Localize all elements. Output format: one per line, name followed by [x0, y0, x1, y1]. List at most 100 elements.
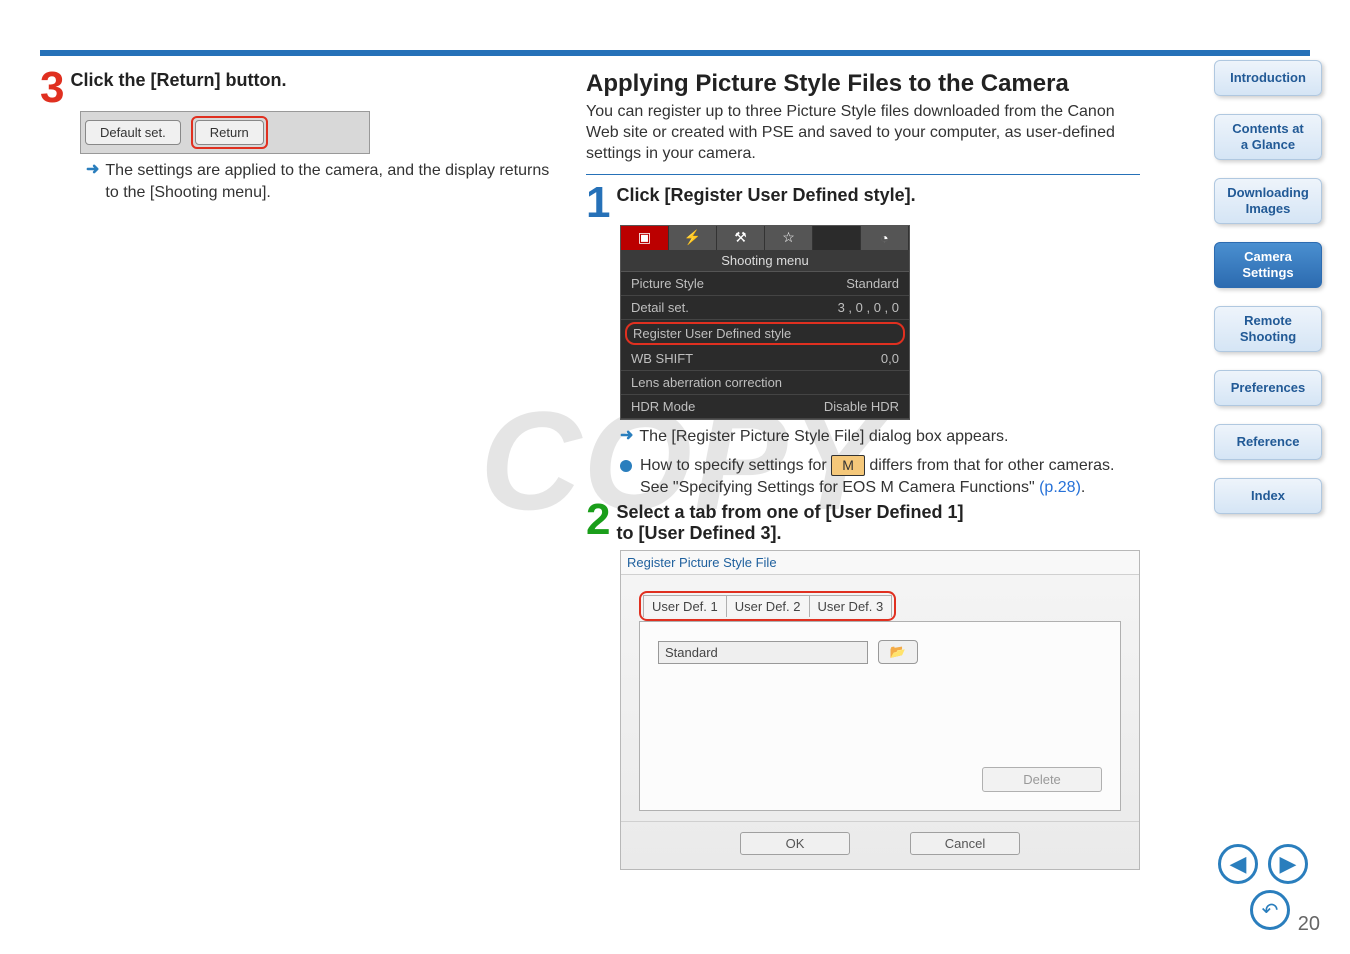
menu-label: Lens aberration correction: [631, 375, 782, 390]
step1-note-row: How to specify settings for M differs fr…: [620, 455, 1140, 498]
step-1-number: 1: [586, 185, 610, 220]
step2-title-l2: to [User Defined 3].: [616, 523, 781, 543]
top-accent-bar: [40, 50, 1310, 56]
style-select-row: Standard 📂: [658, 640, 1102, 664]
step-3-row: 3 Click the [Return] button.: [40, 70, 556, 105]
step-2-row: 2 Select a tab from one of [User Defined…: [586, 502, 1140, 544]
sidebar-label: Settings: [1242, 265, 1293, 281]
next-page-button[interactable]: ▶: [1268, 844, 1308, 884]
tab-user-def-1[interactable]: User Def. 1: [643, 595, 727, 617]
menu-row-lens-aberration[interactable]: Lens aberration correction: [621, 371, 909, 395]
sidebar-label: Remote: [1244, 313, 1292, 329]
sidebar-label: Camera: [1244, 249, 1292, 265]
note2-pre: See "Specifying Settings for EOS M Camer…: [640, 479, 1039, 496]
ok-button[interactable]: OK: [740, 832, 850, 855]
step-2-number: 2: [586, 502, 610, 537]
tab-user-def-2[interactable]: User Def. 2: [727, 595, 810, 617]
sidebar-item-camera-settings[interactable]: Camera Settings: [1214, 242, 1322, 288]
step-2-title: Select a tab from one of [User Defined 1…: [616, 502, 963, 544]
m-badge: M: [831, 455, 865, 476]
back-button[interactable]: ↶: [1250, 890, 1290, 930]
note-post: differs from that for other cameras.: [869, 457, 1114, 474]
return-highlight: Return: [191, 116, 268, 149]
register-tab-panel: Standard 📂 Delete: [639, 621, 1121, 811]
shooting-menu-panel: ▣ ⚡ ⚒ ☆ ◔ Shooting menu Picture Style St…: [620, 225, 910, 420]
tools-tab-icon[interactable]: ⚒: [717, 226, 765, 250]
sidebar-nav: Introduction Contents at a Glance Downlo…: [1214, 60, 1322, 514]
star-tab-icon[interactable]: ☆: [765, 226, 813, 250]
bullet-dot-icon: [620, 460, 632, 472]
delete-button[interactable]: Delete: [982, 767, 1102, 792]
register-dialog-footer: OK Cancel: [621, 821, 1139, 869]
default-return-bar: Default set. Return: [80, 111, 370, 154]
prev-page-button[interactable]: ◀: [1218, 844, 1258, 884]
page-ref-link[interactable]: (p.28): [1039, 479, 1081, 496]
flash-tab-icon[interactable]: ⚡: [669, 226, 717, 250]
menu-value: Standard: [846, 276, 899, 291]
note2-post: .: [1081, 479, 1085, 496]
sidebar-item-contents[interactable]: Contents at a Glance: [1214, 114, 1322, 160]
step1-note-content: How to specify settings for M differs fr…: [640, 455, 1114, 498]
step1-result-row: ➜ The [Register Picture Style File] dial…: [620, 426, 1140, 448]
menu-value: Disable HDR: [824, 399, 899, 414]
clock-tab-icon[interactable]: ◔: [861, 226, 909, 250]
section-body: You can register up to three Picture Sty…: [586, 102, 1140, 164]
step-3-title: Click the [Return] button.: [70, 70, 286, 91]
step1-result-text: The [Register Picture Style File] dialog…: [639, 426, 1008, 448]
sidebar-label: Shooting: [1240, 329, 1296, 345]
step-1-title: Click [Register User Defined style].: [616, 185, 915, 206]
folder-open-icon: 📂: [890, 644, 906, 660]
sidebar-item-remote-shooting[interactable]: Remote Shooting: [1214, 306, 1322, 352]
cancel-button[interactable]: Cancel: [910, 832, 1020, 855]
sidebar-label: a Glance: [1241, 137, 1295, 153]
tabs-highlight: User Def. 1 User Def. 2 User Def. 3: [639, 591, 896, 621]
menu-label: Picture Style: [631, 276, 704, 291]
note-pre: How to specify settings for: [640, 457, 831, 474]
left-column: 3 Click the [Return] button. Default set…: [40, 70, 556, 870]
menu-row-detail-set[interactable]: Detail set. 3 , 0 , 0 , 0: [621, 296, 909, 320]
style-select[interactable]: Standard: [658, 641, 868, 664]
section-divider: [586, 174, 1140, 175]
menu-row-hdr-mode[interactable]: HDR Mode Disable HDR: [621, 395, 909, 419]
menu-label: Detail set.: [631, 300, 689, 315]
main-content: 3 Click the [Return] button. Default set…: [40, 70, 1140, 870]
step3-result-text: The settings are applied to the camera, …: [105, 160, 556, 203]
section-title: Applying Picture Style Files to the Came…: [586, 70, 1140, 98]
spacer-tab: [813, 226, 861, 250]
menu-row-register-user-defined[interactable]: Register User Defined style: [625, 322, 905, 345]
sidebar-item-downloading[interactable]: Downloading Images: [1214, 178, 1322, 224]
sidebar-item-index[interactable]: Index: [1214, 478, 1322, 514]
sidebar-label: Contents at: [1232, 121, 1304, 137]
sidebar-label: Images: [1246, 201, 1291, 217]
menu-value: 3 , 0 , 0 , 0: [838, 300, 899, 315]
arrow-left-icon: ◀: [1230, 851, 1247, 877]
shooting-menu-tabs: ▣ ⚡ ⚒ ☆ ◔: [621, 226, 909, 250]
shooting-menu-header: Shooting menu: [621, 250, 909, 272]
undo-icon: ↶: [1262, 898, 1279, 923]
arrow-right-icon: ➜: [620, 426, 633, 448]
step3-result-row: ➜ The settings are applied to the camera…: [86, 160, 556, 203]
menu-value: 0,0: [881, 351, 899, 366]
page-number: 20: [1298, 913, 1320, 936]
return-button[interactable]: Return: [195, 120, 264, 145]
register-dialog: Register Picture Style File User Def. 1 …: [620, 550, 1140, 870]
right-column: Applying Picture Style Files to the Came…: [586, 70, 1140, 870]
menu-row-picture-style[interactable]: Picture Style Standard: [621, 272, 909, 296]
arrow-right-icon: ▶: [1280, 851, 1297, 877]
tab-user-def-3[interactable]: User Def. 3: [810, 595, 893, 617]
sidebar-item-reference[interactable]: Reference: [1214, 424, 1322, 460]
register-dialog-title: Register Picture Style File: [621, 551, 1139, 575]
camera-tab-icon[interactable]: ▣: [621, 226, 669, 250]
page-nav-icons: ◀ ▶: [1218, 844, 1308, 884]
sidebar-label: Downloading: [1227, 185, 1309, 201]
open-file-button[interactable]: 📂: [878, 640, 918, 664]
register-dialog-body: User Def. 1 User Def. 2 User Def. 3 Stan…: [621, 575, 1139, 821]
sidebar-item-introduction[interactable]: Introduction: [1214, 60, 1322, 96]
sidebar-item-preferences[interactable]: Preferences: [1214, 370, 1322, 406]
default-set-button[interactable]: Default set.: [85, 120, 181, 145]
menu-label: HDR Mode: [631, 399, 695, 414]
step2-title-l1: Select a tab from one of [User Defined 1…: [616, 502, 963, 522]
step-1-row: 1 Click [Register User Defined style].: [586, 185, 1140, 220]
menu-row-wb-shift[interactable]: WB SHIFT 0,0: [621, 347, 909, 371]
arrow-right-icon: ➜: [86, 160, 99, 203]
